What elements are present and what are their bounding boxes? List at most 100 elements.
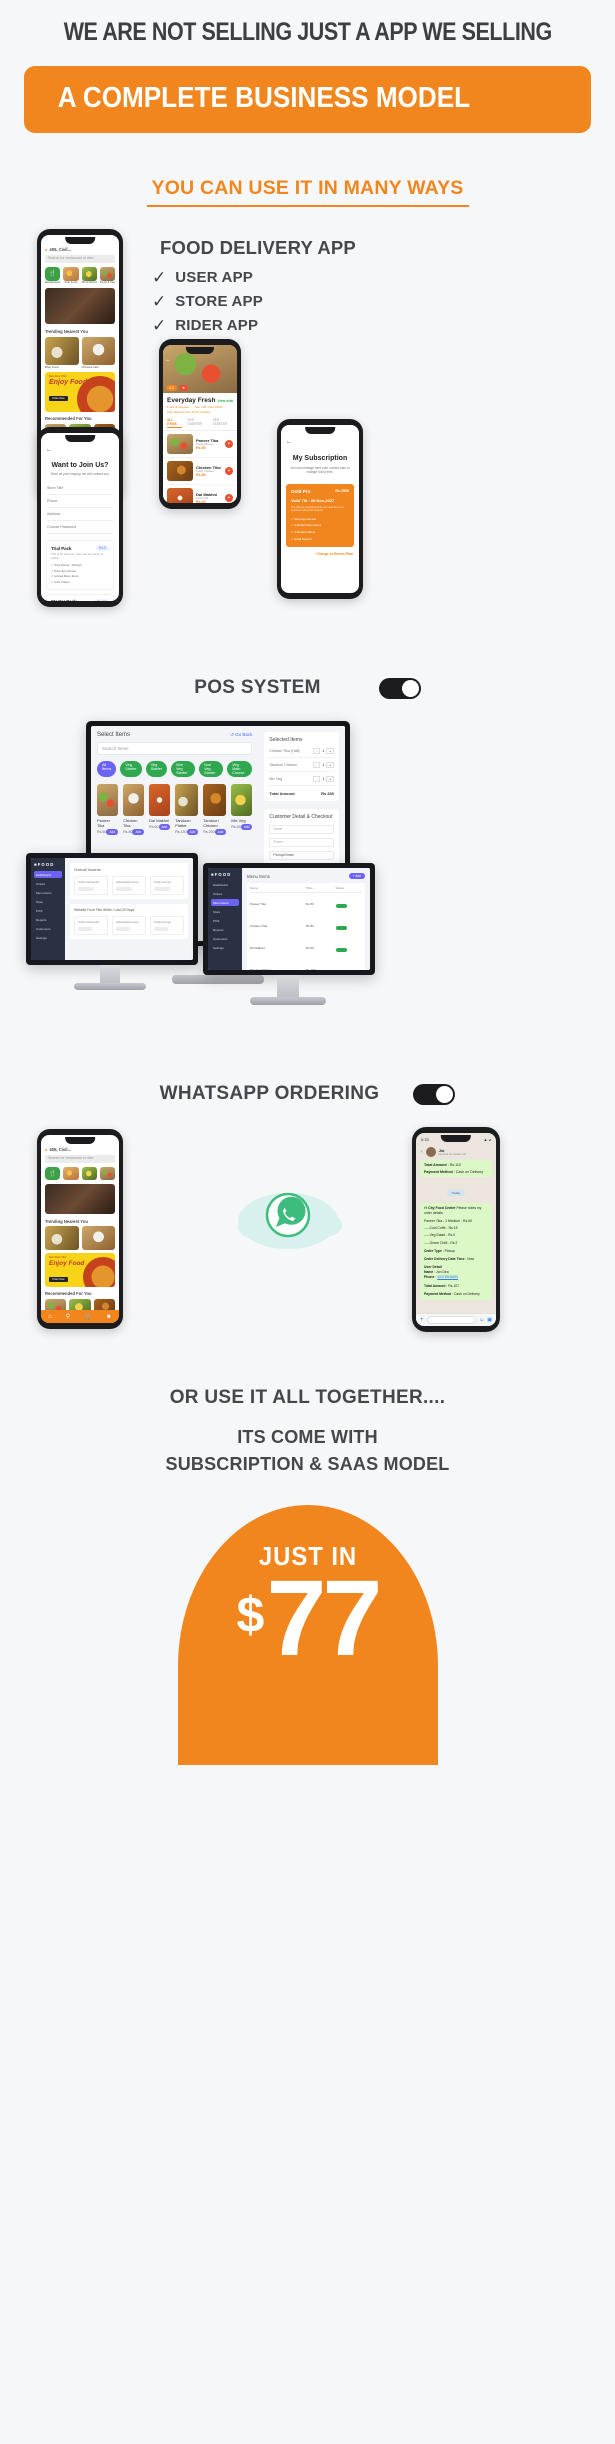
- qty-plus[interactable]: +: [326, 762, 334, 768]
- grid-item[interactable]: Mix Veg Rs.50 Add: [231, 784, 253, 835]
- search-row[interactable]: Search for restaurant or dish: [41, 1154, 119, 1163]
- menu-orders[interactable]: Orders: [34, 880, 62, 887]
- menu-settings[interactable]: Settings: [34, 934, 62, 941]
- avatar[interactable]: [425, 1147, 436, 1157]
- chip-veg-main-course[interactable]: Veg Main Course: [227, 761, 253, 777]
- qty-minus[interactable]: -: [313, 748, 321, 754]
- order-type-select[interactable]: Pickup/Dinein: [269, 851, 334, 860]
- promo-cta-button[interactable]: Order Now: [49, 1276, 68, 1282]
- category-row[interactable]: 🍴: [41, 1163, 119, 1182]
- menu-reports[interactable]: Reports: [34, 916, 62, 923]
- hero-banner-image[interactable]: [45, 1183, 115, 1214]
- table-row[interactable]: Chicken Tika Rs.80: [250, 915, 362, 937]
- category-fruits[interactable]: [99, 1166, 115, 1180]
- add-icon[interactable]: +: [225, 494, 233, 503]
- search-items-input[interactable]: Search Items: [97, 742, 253, 755]
- grid-item[interactable]: Paneer Tika Rs.50 Add: [97, 784, 119, 835]
- status-badge[interactable]: [335, 948, 347, 952]
- menu-pos[interactable]: POS: [34, 907, 62, 914]
- chip-all-items[interactable]: All Items: [97, 761, 117, 777]
- menu-dashboard[interactable]: Dashboard: [34, 871, 62, 878]
- item-grid[interactable]: Paneer Tika Rs.50 Add Chicken Tika Rs.80…: [97, 784, 253, 835]
- category-chips[interactable]: All Items Veg Starter Veg Starter Non Ve…: [97, 761, 253, 777]
- name-field[interactable]: Name: [269, 825, 334, 834]
- menu-customers[interactable]: Customers: [34, 925, 62, 932]
- qty-plus[interactable]: +: [326, 776, 334, 782]
- menu-store[interactable]: Store: [211, 908, 239, 915]
- trending-row[interactable]: Bhoj Food Chinese Hub: [41, 337, 119, 369]
- search-row[interactable]: Search for restaurant or dish: [41, 254, 119, 263]
- password-field[interactable]: Choose Password: [47, 521, 113, 535]
- hero-banner-image[interactable]: [45, 288, 115, 325]
- bottom-nav[interactable]: ⌂ ⚲ 🛒 ☻: [41, 1310, 119, 1323]
- menu-menu-items[interactable]: Menu Items: [34, 889, 62, 896]
- qty-minus[interactable]: -: [313, 776, 321, 782]
- status-badge[interactable]: [335, 904, 347, 908]
- search-icon[interactable]: ⚲: [66, 1313, 70, 1320]
- pos-toggle[interactable]: [378, 677, 421, 699]
- change-plan-link[interactable]: Change or Renew Plan: [281, 547, 359, 556]
- category-fruits[interactable]: Fruits & Veg: [99, 266, 115, 285]
- trending-card[interactable]: Bhoj Food: [45, 337, 79, 369]
- store-title-field[interactable]: Store Title: [47, 482, 113, 496]
- selected-row[interactable]: Chicken Tika (Half) -1 +: [269, 748, 334, 758]
- category-pizza[interactable]: Pizza World: [81, 266, 97, 285]
- plus-icon[interactable]: +: [420, 1317, 424, 1323]
- category-restaurants[interactable]: 🍴 Restaurants: [45, 266, 61, 285]
- add-icon[interactable]: +: [225, 440, 233, 449]
- grid-item[interactable]: Dal Makhni Rs.60 Add: [149, 784, 171, 835]
- chip-veg-starter-2[interactable]: Veg Starter: [145, 761, 168, 777]
- menu-item-row[interactable]: Chicken Tika Fresh Chicken Rs.80 +: [163, 457, 237, 484]
- category-row[interactable]: 🍴 Restaurants Fast Food Pizza World Frui…: [41, 263, 119, 287]
- chip-veg-starter[interactable]: Veg Starter: [120, 761, 142, 777]
- phone-link[interactable]: 45378506885: [437, 1275, 458, 1279]
- tab-veg-starter[interactable]: VEG STARTER: [187, 418, 207, 428]
- message-input[interactable]: [426, 1316, 477, 1324]
- qty-plus[interactable]: +: [326, 748, 334, 754]
- category-fastfood[interactable]: [63, 1166, 79, 1180]
- table-row[interactable]: Dal Makhni Rs.60: [250, 937, 362, 959]
- plan-card-trial[interactable]: Trial Pack Rs.0 This is for trial only. …: [46, 540, 114, 590]
- selected-row[interactable]: Mix Veg -1 +: [269, 776, 334, 786]
- add-button[interactable]: Add: [158, 824, 171, 830]
- status-badge[interactable]: [335, 926, 347, 930]
- add-button[interactable]: Add: [240, 824, 253, 830]
- location-bar[interactable]: ● 405, Civil...: [41, 1147, 119, 1155]
- chip-non-veg-starter[interactable]: Non Veg Starter: [171, 761, 196, 777]
- qty-minus[interactable]: -: [313, 762, 321, 768]
- camera-icon[interactable]: ▣: [487, 1317, 492, 1323]
- menu-settings[interactable]: Settings: [211, 944, 239, 951]
- menu-orders[interactable]: Orders: [211, 890, 239, 897]
- add-button[interactable]: Add: [214, 829, 227, 835]
- go-back-button[interactable]: ↺ Go Back: [230, 732, 252, 738]
- trending-card[interactable]: Chinese Hub: [81, 337, 115, 369]
- tab-veg-starter-2[interactable]: VEG STARTER: [213, 418, 233, 428]
- home-icon[interactable]: ⌂: [48, 1314, 52, 1320]
- view-info-link[interactable]: View Info: [217, 399, 233, 403]
- add-item-button[interactable]: + Add: [348, 873, 365, 879]
- plan-card-starter[interactable]: Starter Pack Rs.10: [46, 593, 114, 601]
- category-restaurants[interactable]: 🍴: [45, 1166, 61, 1180]
- profile-icon[interactable]: ☻: [106, 1314, 112, 1320]
- menu-item-row[interactable]: Paneer Tika Fresh Paneer Rs.50 +: [163, 431, 237, 457]
- whatsapp-toggle[interactable]: [413, 1083, 456, 1105]
- grid-item[interactable]: Chicken Tika Rs.80 Add: [123, 784, 145, 835]
- add-button[interactable]: Add: [106, 829, 119, 835]
- tab-all-items[interactable]: ALL ITEMS: [167, 418, 183, 429]
- phone-field[interactable]: Phone: [47, 495, 113, 509]
- grid-item[interactable]: Tandoori Chicken Rs.200 Add: [203, 784, 227, 835]
- menu-menu-items[interactable]: Menu Items: [211, 899, 239, 906]
- current-plan-card[interactable]: Gold Pro Rs.1500 Valid Till : 05-Nov-202…: [286, 483, 354, 547]
- menu-dashboard[interactable]: Dashboard: [211, 881, 239, 888]
- cart-icon[interactable]: 🛒: [84, 1313, 91, 1320]
- menu-customers[interactable]: Customers: [211, 935, 239, 942]
- store-tabs[interactable]: ALL ITEMS VEG STARTER VEG STARTER: [163, 416, 237, 432]
- chat-header[interactable]: ‹ Jio tap here for contact info: [416, 1145, 496, 1160]
- promo-banner[interactable]: Best Deal Offer Enjoy Food Order Now: [45, 372, 115, 413]
- chip-non-veg-starter-2[interactable]: Non Veg Starter: [199, 761, 224, 777]
- sticker-icon[interactable]: ☺: [479, 1317, 484, 1323]
- menu-item-row[interactable]: Dal Makhni Fresh Dal Rs.60 +: [163, 484, 237, 503]
- chat-input-bar[interactable]: + ☺ ▣: [416, 1313, 496, 1326]
- table-row[interactable]: Tandoori Platter Rs.150: [250, 959, 362, 970]
- location-bar[interactable]: ● 405, Civil...: [41, 247, 119, 255]
